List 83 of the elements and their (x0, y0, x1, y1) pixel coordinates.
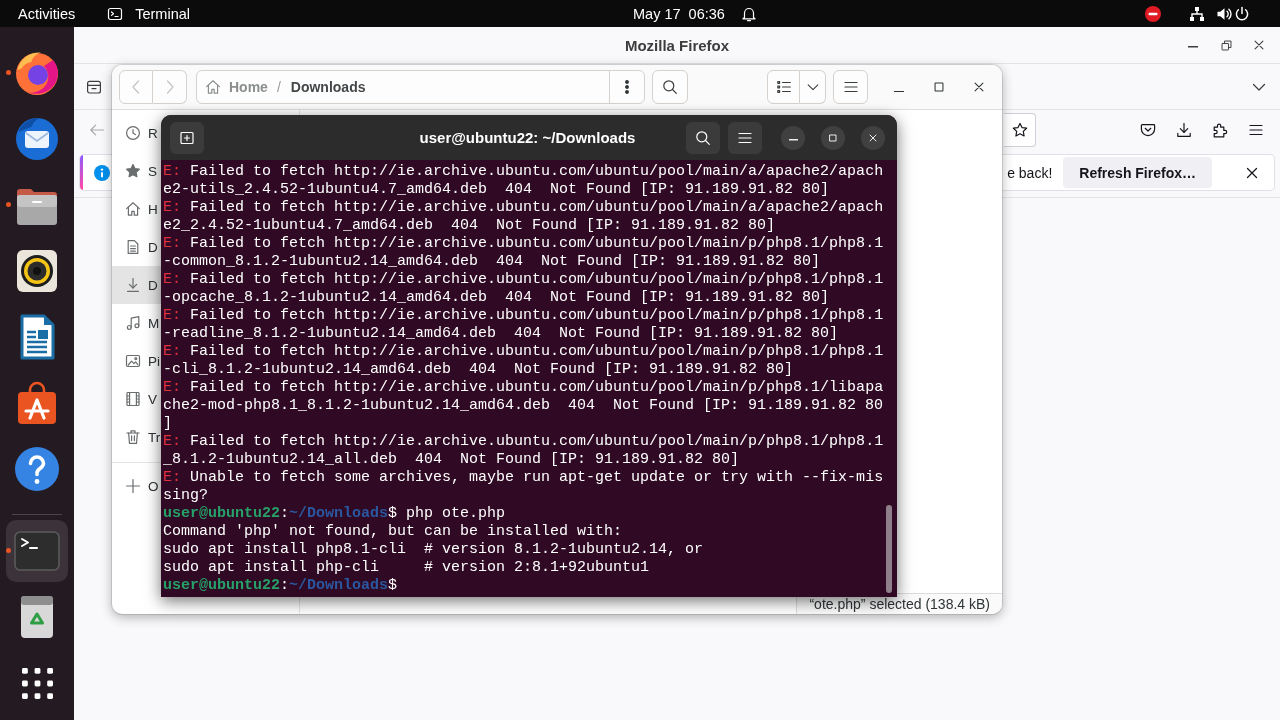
maximize-button[interactable] (821, 125, 845, 150)
terminal-error-line: E: Failed to fetch http://ie.archive.ubuntu.com/ubuntu/pool/main/p/php8.1/php8.1-cli_8.1.2-1ubuntu2.14_amd64.deb 404 Not Found [IP: 91.189.91.82 80] (163, 343, 885, 379)
terminal-error-line: E: Unable to fetch some archives, maybe run apt-get update or try with --fix-missing? (163, 469, 885, 505)
envelope-icon (13, 115, 61, 163)
sidebar-item[interactable]: S (112, 152, 161, 190)
close-icon (972, 80, 986, 94)
puzzle-icon (1212, 122, 1228, 138)
box-icon (86, 78, 102, 95)
search-button[interactable] (686, 121, 720, 154)
network-icon (1189, 5, 1205, 22)
music-note-icon (125, 315, 141, 331)
download-icon (125, 277, 141, 293)
document-icon (125, 239, 141, 255)
plus-square-icon (179, 129, 195, 146)
terminal-output-line: sudo apt install php8.1-cli # version 8.1.2-1ubuntu2.14, or (163, 541, 705, 559)
window-title: user@ubuntu22: ~/Downloads (419, 129, 636, 146)
sidebar-item[interactable]: D (112, 228, 161, 266)
menu-icon (1248, 122, 1264, 138)
search-icon (662, 79, 678, 95)
shield-icon (1140, 122, 1156, 138)
terminal-icon (107, 5, 124, 22)
trash-icon (125, 429, 141, 445)
refresh-button[interactable]: Refresh Firefox… (1063, 157, 1212, 188)
sidebar-item[interactable]: R (112, 114, 161, 152)
close-icon (1252, 38, 1266, 52)
status-label: “ote.php” selected (138.4 kB) (796, 593, 1002, 614)
question-mark-icon (13, 445, 61, 493)
minimize-icon (894, 90, 904, 93)
terminal-error-line: E: Failed to fetch http://ie.archive.ubuntu.com/ubuntu/pool/main/p/php8.1/libapache2-mod-php8.1_8.1.2-1ubuntu2.14_amd64.deb 404 Not Found [IP: 91.189.91.82 80] (163, 379, 885, 433)
terminal-error-line: E: Failed to fetch http://ie.archive.ubuntu.com/ubuntu/pool/main/a/apache2/apache2_2.4.52-1ubuntu4.7_amd64.deb 404 Not Found [IP: 91.189.91.82 80] (163, 199, 885, 235)
info-icon (94, 164, 110, 181)
terminal-error-line: E: Failed to fetch http://ie.archive.ubuntu.com/ubuntu/pool/main/a/apache2/apache2-utils_2.4.52-1ubuntu4.7_amd64.deb 404 Not Found [IP: 91.189.91.82 80] (163, 163, 885, 199)
terminal-prompt: user@ubuntu22:~/Downloads$ php ote.php (163, 505, 507, 523)
film-icon (125, 391, 141, 407)
window-title: Mozilla Firefox (624, 36, 730, 54)
sidebar-item[interactable]: Pi (112, 342, 161, 380)
minimize-icon (788, 139, 798, 141)
main-menu-button[interactable] (833, 70, 868, 104)
sidebar-item[interactable]: O (112, 467, 161, 505)
minimize-icon (1188, 46, 1198, 48)
maximize-icon (932, 80, 946, 94)
image-icon (125, 353, 141, 369)
terminal-error-line: E: Failed to fetch http://ie.archive.ubuntu.com/ubuntu/pool/main/p/php8.1/php8.1_8.1.2-1ubuntu2.14_all.deb 404 Not Found [IP: 91.189.91.82 80] (163, 433, 885, 469)
sidebar-item[interactable]: V (112, 380, 161, 418)
sidebar-item[interactable]: Tr (112, 418, 161, 456)
menu-icon (842, 79, 859, 95)
minimize-button[interactable] (781, 125, 805, 150)
plus-icon (125, 478, 141, 494)
home-icon (205, 79, 221, 95)
terminal-prompt: user@ubuntu22:~/Downloads$ (163, 577, 399, 595)
terminal-error-line: E: Failed to fetch http://ie.archive.ubuntu.com/ubuntu/pool/main/p/php8.1/php8.1-readline_8.1.2-1ubuntu2.14_amd64.deb 404 Not Found [IP: 91.189.91.82 80] (163, 307, 885, 343)
terminal-output-line: sudo apt install php-cli # version 2:8.1+92ubuntu1 (163, 559, 651, 577)
volume-icon (1216, 5, 1232, 22)
home-icon (125, 201, 141, 217)
path-separator: / (276, 79, 281, 95)
arrow-left-icon (89, 122, 105, 138)
search-icon (695, 129, 711, 146)
list-view-button[interactable] (767, 70, 800, 104)
star-icon (125, 163, 141, 179)
scrollbar-thumb[interactable] (886, 505, 892, 593)
clock-icon (125, 125, 141, 141)
new-tab-button[interactable] (170, 121, 204, 154)
star-icon (1011, 122, 1028, 138)
power-icon (1234, 5, 1250, 22)
bell-icon (740, 5, 757, 22)
download-icon (1176, 122, 1192, 138)
list-icon (775, 79, 792, 95)
sidebar-item[interactable]: M (112, 304, 161, 342)
sidebar-item[interactable]: D (112, 266, 161, 304)
terminal-error-line: E: Failed to fetch http://ie.archive.ubuntu.com/ubuntu/pool/main/p/php8.1/php8.1-opcache_8.1.2-1ubuntu2.14_amd64.deb 404 Not Found [IP: 91.189.91.82 80] (163, 271, 885, 307)
app-menu-button[interactable]: Terminal (97, 2, 200, 25)
notification-message: e back! (1007, 164, 1053, 181)
maximize-icon (827, 131, 839, 144)
terminal-error-line: E: Failed to fetch http://ie.archive.ubuntu.com/ubuntu/pool/main/p/php8.1/php8.1-common_8.1.2-1ubuntu2.14_amd64.deb 404 Not Found [IP: 91.189.91.82 80] (163, 235, 885, 271)
path-crumb[interactable]: Downloads (286, 71, 370, 103)
menu-button[interactable] (728, 121, 762, 154)
restore-icon (1219, 38, 1233, 52)
app-grid-icon (21, 667, 53, 699)
search-button[interactable] (652, 70, 688, 104)
sidebar-item[interactable]: H (112, 190, 161, 228)
clock-button[interactable]: May 17 06:36 (623, 2, 767, 25)
activities-button[interactable]: Activities (8, 2, 86, 25)
terminal-output-line: Command 'php' not found, but can be installed with: (163, 523, 624, 541)
